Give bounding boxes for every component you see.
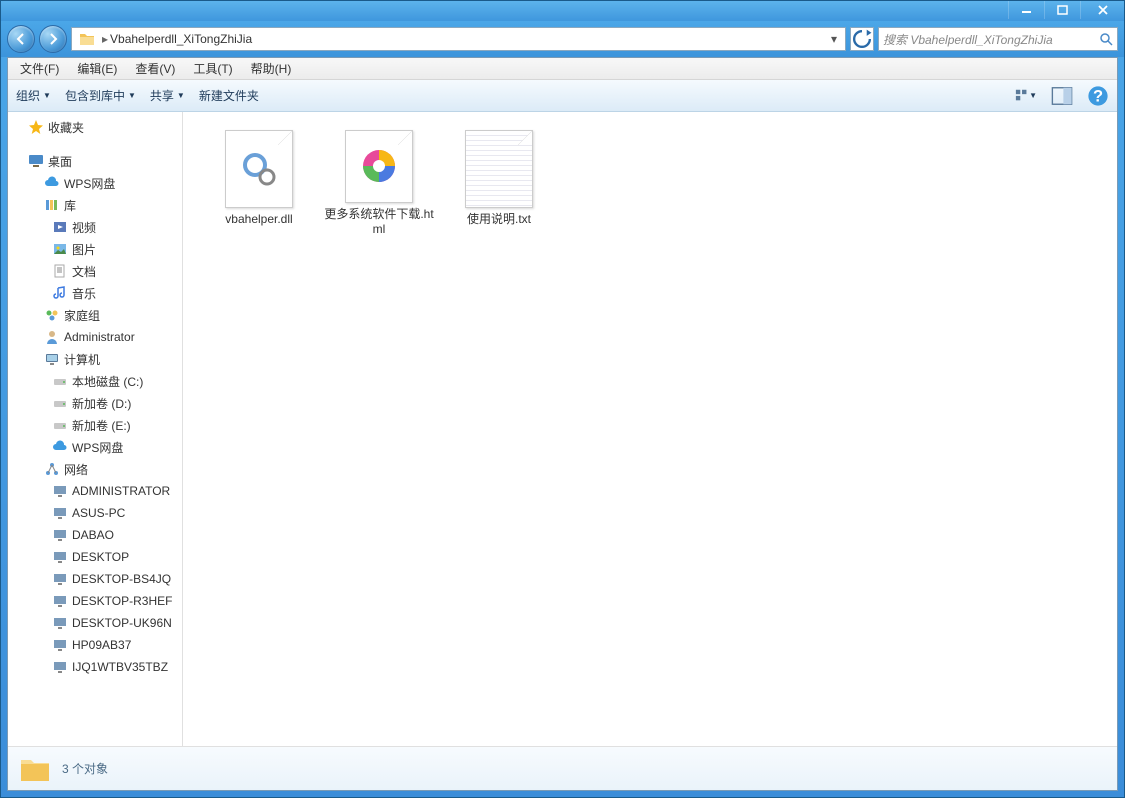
file-list[interactable]: vbahelper.dll 更多系统软件下载.html xyxy=(183,112,1117,746)
tree-network-pc[interactable]: DESKTOP-R3HEF xyxy=(8,590,182,612)
toolbar-share[interactable]: 共享▼ xyxy=(150,87,185,104)
drive-icon xyxy=(52,417,68,433)
tree-network-pc[interactable]: DESKTOP-UK96N xyxy=(8,612,182,634)
pc-icon xyxy=(52,637,68,653)
navbar: ▸ Vbahelperdll_XiTongZhiJia ▾ 搜索 Vbahelp… xyxy=(1,21,1124,57)
desktop-icon xyxy=(28,153,44,169)
tree-desktop[interactable]: 桌面 xyxy=(8,150,182,172)
tree-network-pc[interactable]: HP09AB37 xyxy=(8,634,182,656)
tree-drive-d[interactable]: 新加卷 (D:) xyxy=(8,392,182,414)
drive-icon xyxy=(52,395,68,411)
file-name: 使用说明.txt xyxy=(467,212,531,228)
maximize-button[interactable] xyxy=(1044,1,1080,19)
documents-icon xyxy=(52,263,68,279)
status-text: 3 个对象 xyxy=(62,760,108,777)
menu-bar: 文件(F) 编辑(E) 查看(V) 工具(T) 帮助(H) xyxy=(8,58,1117,80)
pictures-icon xyxy=(52,241,68,257)
tree-network-pc[interactable]: DABAO xyxy=(8,524,182,546)
star-icon xyxy=(28,119,44,135)
content-area: 收藏夹 桌面 WPS网盘 库 视频 xyxy=(8,112,1117,746)
tree-computer[interactable]: 计算机 xyxy=(8,348,182,370)
txt-icon xyxy=(465,130,533,208)
toolbar-organize[interactable]: 组织▼ xyxy=(16,87,51,104)
dll-icon xyxy=(225,130,293,208)
tree-wps-cloud-2[interactable]: WPS网盘 xyxy=(8,436,182,458)
tree-network-pc[interactable]: ASUS-PC xyxy=(8,502,182,524)
tree-network[interactable]: 网络 xyxy=(8,458,182,480)
pc-icon xyxy=(52,505,68,521)
library-icon xyxy=(44,197,60,213)
tree-drive-c[interactable]: 本地磁盘 (C:) xyxy=(8,370,182,392)
music-icon xyxy=(52,285,68,301)
help-button[interactable]: ? xyxy=(1087,85,1109,107)
explorer-window: ▸ Vbahelperdll_XiTongZhiJia ▾ 搜索 Vbahelp… xyxy=(0,0,1125,798)
cloud-icon xyxy=(52,439,68,455)
search-placeholder: 搜索 Vbahelperdll_XiTongZhiJia xyxy=(883,31,1099,48)
breadcrumb-path[interactable]: Vbahelperdll_XiTongZhiJia xyxy=(110,32,825,46)
toolbar-new-folder[interactable]: 新建文件夹 xyxy=(199,87,259,104)
html-icon xyxy=(345,130,413,203)
folder-icon xyxy=(78,30,96,48)
tree-homegroup[interactable]: 家庭组 xyxy=(8,304,182,326)
tree-music[interactable]: 音乐 xyxy=(8,282,182,304)
titlebar xyxy=(1,1,1124,21)
tree-documents[interactable]: 文档 xyxy=(8,260,182,282)
tree-network-pc[interactable]: IJQ1WTBV35TBZ xyxy=(8,656,182,678)
menu-help[interactable]: 帮助(H) xyxy=(243,58,300,79)
homegroup-icon xyxy=(44,307,60,323)
navigation-tree[interactable]: 收藏夹 桌面 WPS网盘 库 视频 xyxy=(8,112,183,746)
pc-icon xyxy=(52,527,68,543)
tree-pictures[interactable]: 图片 xyxy=(8,238,182,260)
network-icon xyxy=(44,461,60,477)
inner-pane: 文件(F) 编辑(E) 查看(V) 工具(T) 帮助(H) 组织▼ 包含到库中▼… xyxy=(7,57,1118,791)
tree-drive-e[interactable]: 新加卷 (E:) xyxy=(8,414,182,436)
menu-view[interactable]: 查看(V) xyxy=(127,58,183,79)
tree-libraries[interactable]: 库 xyxy=(8,194,182,216)
preview-pane-button[interactable] xyxy=(1051,85,1073,107)
pc-icon xyxy=(52,571,68,587)
file-name: vbahelper.dll xyxy=(225,212,292,228)
view-options-button[interactable]: ▼ xyxy=(1015,85,1037,107)
search-box[interactable]: 搜索 Vbahelperdll_XiTongZhiJia xyxy=(878,27,1118,51)
address-bar[interactable]: ▸ Vbahelperdll_XiTongZhiJia ▾ xyxy=(71,27,846,51)
file-item-html[interactable]: 更多系统软件下载.html xyxy=(319,124,439,244)
drive-icon xyxy=(52,373,68,389)
user-icon xyxy=(44,329,60,345)
pc-icon xyxy=(52,659,68,675)
video-icon xyxy=(52,219,68,235)
file-item-txt[interactable]: 使用说明.txt xyxy=(439,124,559,244)
menu-file[interactable]: 文件(F) xyxy=(12,58,67,79)
menu-edit[interactable]: 编辑(E) xyxy=(69,58,125,79)
pc-icon xyxy=(52,615,68,631)
minimize-button[interactable] xyxy=(1008,1,1044,19)
folder-icon xyxy=(18,752,52,786)
menu-tools[interactable]: 工具(T) xyxy=(185,58,240,79)
tree-network-pc[interactable]: DESKTOP xyxy=(8,546,182,568)
refresh-button[interactable] xyxy=(850,27,874,51)
cloud-icon xyxy=(44,175,60,191)
back-button[interactable] xyxy=(7,25,35,53)
status-bar: 3 个对象 xyxy=(8,746,1117,790)
address-dropdown-icon[interactable]: ▾ xyxy=(825,30,843,48)
forward-button[interactable] xyxy=(39,25,67,53)
toolbar-include-in-library[interactable]: 包含到库中▼ xyxy=(65,87,136,104)
svg-text:?: ? xyxy=(1093,87,1103,105)
tree-videos[interactable]: 视频 xyxy=(8,216,182,238)
file-name: 更多系统软件下载.html xyxy=(323,207,435,238)
tree-administrator[interactable]: Administrator xyxy=(8,326,182,348)
pc-icon xyxy=(52,549,68,565)
close-button[interactable] xyxy=(1080,1,1124,19)
tree-network-pc[interactable]: ADMINISTRATOR xyxy=(8,480,182,502)
pc-icon xyxy=(52,593,68,609)
pc-icon xyxy=(52,483,68,499)
toolbar: 组织▼ 包含到库中▼ 共享▼ 新建文件夹 ▼ ? xyxy=(8,80,1117,112)
file-item-dll[interactable]: vbahelper.dll xyxy=(199,124,319,244)
tree-favorites[interactable]: 收藏夹 xyxy=(8,116,182,138)
breadcrumb-separator-icon: ▸ xyxy=(102,32,108,46)
computer-icon xyxy=(44,351,60,367)
search-icon xyxy=(1099,32,1113,46)
tree-wps-cloud[interactable]: WPS网盘 xyxy=(8,172,182,194)
tree-network-pc[interactable]: DESKTOP-BS4JQ xyxy=(8,568,182,590)
